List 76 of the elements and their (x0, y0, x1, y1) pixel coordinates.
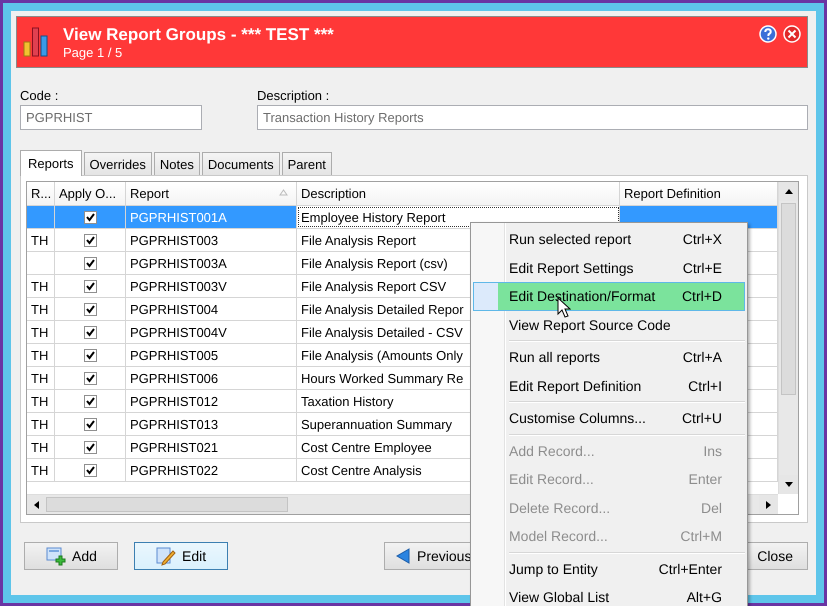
sort-arrow-icon (279, 189, 288, 196)
table-cell: PGPRHIST013 (126, 413, 297, 435)
tab[interactable]: Overrides (84, 152, 152, 175)
check-icon (84, 235, 96, 245)
column-header[interactable]: Report (126, 182, 297, 205)
edit-button[interactable]: Edit (134, 542, 228, 570)
table-cell: PGPRHIST021 (126, 436, 297, 458)
column-header[interactable]: Apply O... (55, 182, 126, 205)
table-cell: TH (27, 321, 55, 343)
check-icon (84, 327, 96, 337)
bar-chart-icon (23, 26, 49, 58)
tab[interactable]: Notes (154, 152, 200, 175)
table-cell: PGPRHIST004 (126, 298, 297, 320)
scroll-up-arrow-icon[interactable] (784, 188, 794, 195)
table-cell: TH (27, 413, 55, 435)
checkbox[interactable] (84, 418, 96, 430)
table-cell: PGPRHIST003V (126, 275, 297, 297)
table-cell: TH (27, 275, 55, 297)
check-icon (84, 350, 96, 360)
check-icon (84, 373, 96, 383)
code-field[interactable]: PGPRHIST (20, 105, 202, 130)
check-icon (84, 396, 96, 406)
checkbox[interactable] (84, 210, 96, 224)
description-field[interactable]: Transaction History Reports (257, 105, 808, 130)
table-cell: PGPRHIST003A (126, 252, 297, 274)
check-icon (84, 442, 96, 452)
field-label: Description : (257, 88, 330, 102)
checkbox[interactable] (84, 280, 96, 292)
column-header[interactable]: Description (297, 182, 620, 205)
check-icon (84, 465, 96, 475)
checkbox[interactable] (84, 326, 96, 338)
table-cell: TH (27, 436, 55, 458)
checkbox[interactable] (84, 464, 96, 476)
table-cell: TH (27, 367, 55, 389)
check-icon (84, 419, 96, 429)
table-cell: TH (27, 344, 55, 366)
table-cell: PGPRHIST005 (126, 344, 297, 366)
checkbox[interactable] (84, 302, 96, 316)
vertical-scrollbar[interactable] (778, 182, 798, 494)
add-button[interactable]: Add (24, 542, 118, 570)
checkbox[interactable] (84, 394, 96, 408)
window-title: View Report Groups - *** TEST *** (63, 24, 335, 44)
menu-item[interactable]: Edit Destination/Format Ctrl+D (473, 282, 745, 310)
help-icon[interactable] (759, 25, 777, 43)
table-cell: PGPRHIST012 (126, 390, 297, 412)
table-cell: TH (27, 229, 55, 251)
check-icon (84, 212, 96, 222)
table-cell: TH (27, 459, 55, 481)
table-cell: PGPRHIST004V (126, 321, 297, 343)
table-cell: TH (27, 390, 55, 412)
left-arrow-icon (395, 547, 411, 565)
check-icon (84, 281, 96, 291)
menu-item[interactable]: View Global List Alt+G (473, 583, 745, 606)
close-icon[interactable] (783, 25, 801, 43)
table-cell: TH (27, 298, 55, 320)
tab[interactable]: Reports (20, 150, 82, 176)
table-cell: PGPRHIST003 (126, 229, 297, 251)
checkbox[interactable] (84, 234, 96, 246)
check-icon (84, 304, 96, 314)
scroll-down-arrow-icon[interactable] (784, 481, 794, 488)
page-indicator: Page 1 / 5 (63, 44, 124, 60)
pencil-icon (155, 546, 176, 566)
tab[interactable]: Documents (202, 152, 280, 175)
table-cell: PGPRHIST022 (126, 459, 297, 481)
field-label: Code : (20, 88, 58, 102)
scroll-right-arrow-icon[interactable] (765, 500, 772, 510)
checkbox[interactable] (84, 256, 96, 270)
checkbox[interactable] (84, 348, 96, 362)
checkbox[interactable] (84, 372, 96, 384)
scroll-left-arrow-icon[interactable] (33, 500, 40, 510)
check-icon (84, 258, 96, 268)
add-icon (45, 546, 66, 566)
tab[interactable]: Parent (282, 152, 332, 175)
table-cell: PGPRHIST006 (126, 367, 297, 389)
column-header[interactable]: R... (27, 182, 55, 205)
checkbox[interactable] (84, 440, 96, 454)
